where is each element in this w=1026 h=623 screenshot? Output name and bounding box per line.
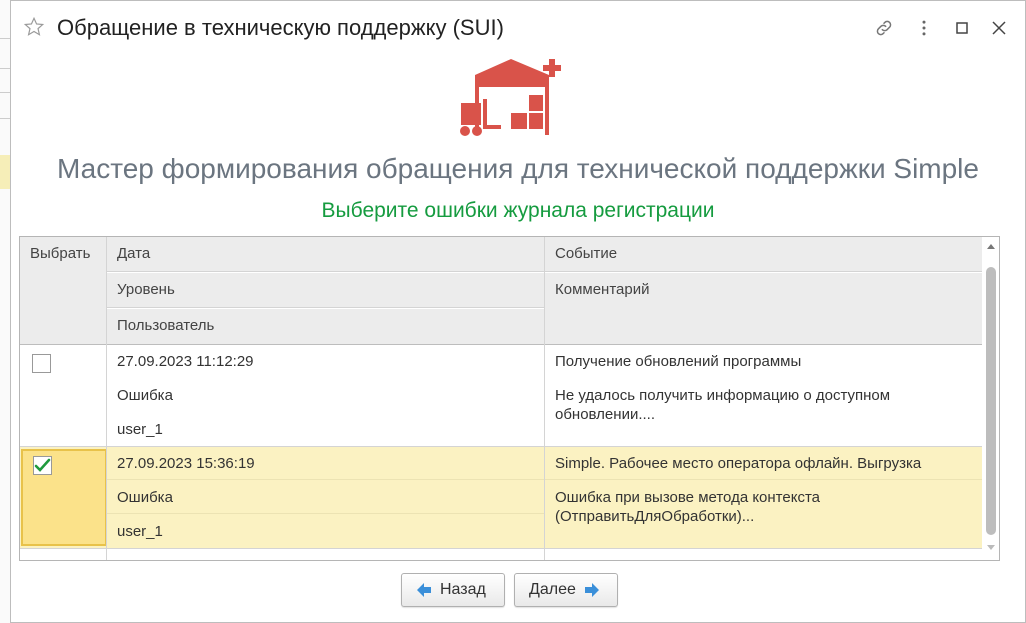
back-button-label: Назад: [440, 581, 486, 598]
row-comment-line1: Не удалось получить информацию о доступн…: [555, 387, 891, 404]
row-comment-line2: обновлении....: [555, 406, 655, 423]
scroll-up-icon[interactable]: [987, 244, 995, 249]
row-comment-line1: Ошибка при вызове метода контекста: [555, 489, 821, 506]
window-title: Обращение в техническую поддержку (SUI): [57, 15, 504, 40]
checkmark-icon: [34, 458, 51, 472]
table-scrollbar[interactable]: [982, 237, 999, 560]
close-icon[interactable]: [986, 15, 1012, 41]
wizard-heading: Мастер формирования обращения для технич…: [57, 153, 979, 184]
row-comment-line2: (ОтправитьДляОбработки)...: [555, 508, 755, 525]
table-row-selected[interactable]: 27.09.2023 15:36:19 Ошибка user_1 Simple…: [20, 447, 982, 548]
scroll-thumb[interactable]: [986, 267, 996, 535]
header-date[interactable]: Дата: [107, 237, 544, 271]
row-user: user_1: [117, 421, 163, 438]
header-event[interactable]: Событие: [545, 237, 982, 271]
row-event: Simple. Рабочее место оператора офлайн. …: [555, 455, 922, 472]
table-row[interactable]: 27.09.2023 11:12:29 Ошибка user_1 Получе…: [20, 345, 982, 446]
row-level: Ошибка: [117, 387, 173, 404]
star-icon[interactable]: [23, 16, 45, 38]
row-checkbox-checked[interactable]: [33, 456, 52, 475]
maximize-icon[interactable]: [949, 15, 975, 41]
wizard-subheading: Выберите ошибки журнала регистрации: [321, 199, 715, 222]
row-level: Ошибка: [117, 489, 173, 506]
scroll-down-icon[interactable]: [987, 545, 995, 550]
row-user: user_1: [117, 523, 163, 540]
more-options-icon[interactable]: [911, 15, 937, 41]
back-button[interactable]: Назад: [401, 573, 505, 607]
arrow-right-icon: [584, 583, 599, 597]
title-bar: Обращение в техническую поддержку (SUI): [11, 1, 1025, 55]
warehouse-logo-icon: [460, 59, 561, 136]
selected-cell-focus[interactable]: [21, 449, 107, 546]
arrow-left-icon: [417, 583, 431, 597]
row-event: Получение обновлений программы: [555, 353, 802, 370]
row-date: 27.09.2023 15:36:19: [117, 455, 255, 472]
header-comment[interactable]: Комментарий: [545, 273, 982, 344]
next-button[interactable]: Далее: [514, 573, 618, 607]
next-button-label: Далее: [529, 581, 576, 598]
link-icon[interactable]: [871, 15, 897, 41]
dialog-window: Обращение в техническую поддержку (SUI) …: [10, 0, 1026, 623]
row-checkbox[interactable]: [32, 354, 51, 373]
events-table[interactable]: Выбрать Дата Уровень Пользователь Событи…: [19, 236, 1000, 561]
header-level[interactable]: Уровень: [107, 273, 544, 307]
header-user[interactable]: Пользователь: [107, 309, 544, 344]
row-date: 27.09.2023 11:12:29: [117, 353, 254, 370]
header-select[interactable]: Выбрать: [20, 237, 106, 344]
